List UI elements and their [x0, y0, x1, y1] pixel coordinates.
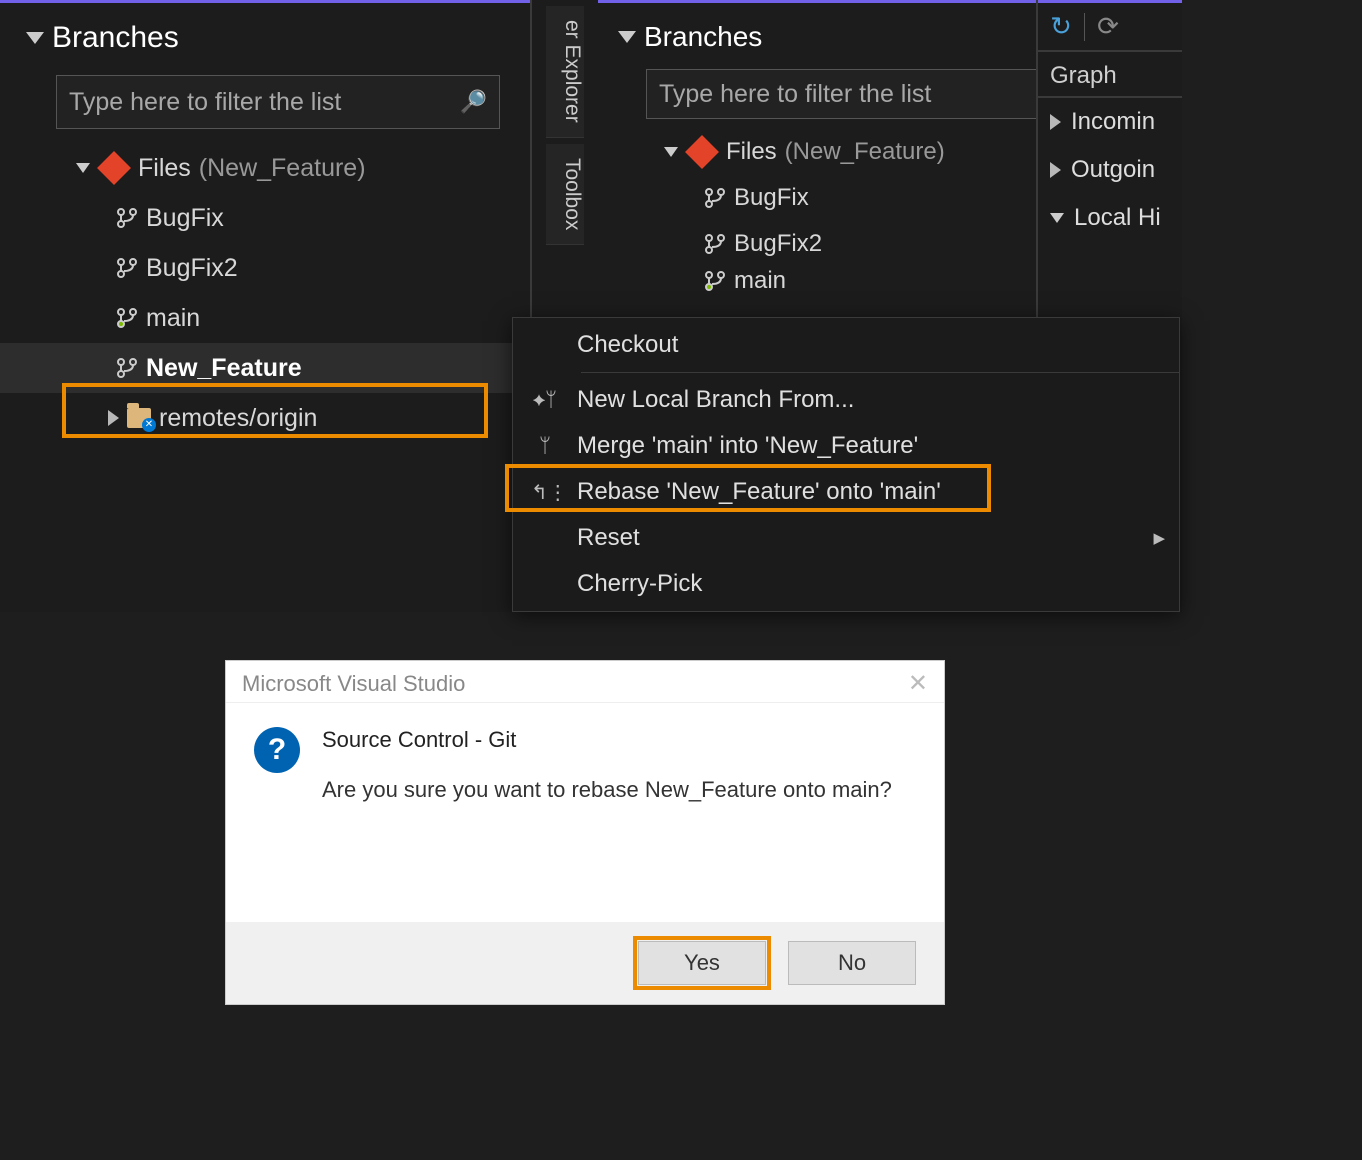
branch-bugfix2[interactable]: BugFix2 — [56, 243, 530, 293]
branch-icon — [704, 187, 726, 209]
dialog-heading: Source Control - Git — [322, 727, 892, 753]
collapse-icon — [1050, 213, 1064, 223]
folder-icon: ✕ — [127, 408, 151, 428]
remotes-label: remotes/origin — [159, 404, 317, 433]
history-toolbar: ↻ ⟳ — [1038, 0, 1182, 50]
repo-label: Files — [726, 138, 777, 166]
dialog-message: Are you sure you want to rebase New_Feat… — [322, 777, 892, 803]
dialog-text: Source Control - Git Are you sure you wa… — [322, 727, 892, 803]
collapse-icon — [26, 32, 44, 44]
git-icon — [97, 151, 131, 185]
branches-panel-left: Branches 🔍 Files (New_Feature) BugFix Bu… — [0, 0, 530, 612]
local-history-section[interactable]: Local Hi — [1038, 194, 1182, 242]
menu-label: Merge 'main' into 'New_Feature' — [577, 432, 918, 460]
search-icon[interactable]: 🔍 — [460, 89, 487, 115]
branch-label: BugFix2 — [734, 230, 822, 258]
branch-icon — [704, 270, 726, 292]
branch-label: BugFix — [734, 184, 809, 212]
menu-label: Cherry-Pick — [577, 570, 702, 598]
tab-toolbox[interactable]: Toolbox — [546, 144, 584, 245]
branch-icon — [116, 357, 138, 379]
menu-label: Checkout — [577, 331, 678, 359]
dialog-title: Microsoft Visual Studio — [242, 671, 465, 697]
branch-bugfix[interactable]: BugFix — [56, 193, 530, 243]
branch-label: BugFix — [146, 204, 224, 233]
yes-button[interactable]: Yes — [638, 941, 766, 985]
expand-icon — [1050, 114, 1061, 130]
branch-label: New_Feature — [146, 354, 302, 383]
question-icon: ? — [254, 727, 300, 773]
branch-new-feature[interactable]: New_Feature — [0, 343, 530, 393]
expand-icon — [1050, 162, 1061, 178]
close-button[interactable]: ✕ — [908, 669, 928, 698]
repo-label: Files — [138, 154, 191, 183]
graph-header[interactable]: Graph — [1038, 50, 1182, 98]
rebase-icon: ↰⋮ — [531, 480, 559, 505]
filter-box[interactable]: 🔍 — [56, 75, 500, 129]
remotes-node[interactable]: ✕ remotes/origin — [56, 393, 530, 443]
menu-label: Rebase 'New_Feature' onto 'main' — [577, 478, 941, 506]
expand-icon — [664, 147, 678, 157]
new-branch-icon: ✦ᛘ — [531, 389, 559, 412]
branch-tree: Files (New_Feature) BugFix BugFix2 main … — [0, 143, 530, 443]
repo-node[interactable]: Files (New_Feature) — [56, 143, 530, 193]
tab-server-explorer[interactable]: er Explorer — [546, 6, 584, 138]
branch-label: BugFix2 — [146, 254, 238, 283]
no-button[interactable]: No — [788, 941, 916, 985]
menu-label: New Local Branch From... — [577, 386, 854, 414]
fetch-button[interactable]: ⟳ — [1091, 10, 1125, 44]
branch-icon — [704, 233, 726, 255]
current-branch: (New_Feature) — [199, 154, 366, 183]
menu-label: Reset — [577, 524, 640, 552]
separator — [1084, 13, 1085, 41]
branch-icon — [116, 207, 138, 229]
section-label: Outgoin — [1071, 156, 1155, 184]
dialog-body: ? Source Control - Git Are you sure you … — [226, 703, 944, 813]
branch-label: main — [734, 267, 786, 295]
submenu-arrow-icon: ▶ — [1153, 529, 1165, 547]
dialog-button-bar: Yes No — [226, 922, 944, 1004]
expand-icon — [76, 163, 90, 173]
branch-main[interactable]: main — [56, 293, 530, 343]
branch-icon — [116, 307, 138, 329]
refresh-button[interactable]: ↻ — [1044, 10, 1078, 44]
filter-input[interactable] — [69, 88, 460, 117]
menu-separator — [581, 372, 1179, 373]
branch-label: main — [146, 304, 200, 333]
dialog-titlebar: Microsoft Visual Studio ✕ — [226, 661, 944, 703]
branch-context-menu: Checkout ✦ᛘ New Local Branch From... ᛘ M… — [512, 317, 1180, 612]
menu-checkout[interactable]: Checkout — [513, 322, 1179, 368]
outgoing-section[interactable]: Outgoin — [1038, 146, 1182, 194]
merge-icon: ᛘ — [531, 435, 559, 458]
confirm-rebase-dialog: Microsoft Visual Studio ✕ ? Source Contr… — [225, 660, 945, 1005]
panel-title: Branches — [644, 21, 762, 53]
current-branch: (New_Feature) — [785, 138, 945, 166]
section-label: Incomin — [1071, 108, 1155, 136]
menu-rebase[interactable]: ↰⋮ Rebase 'New_Feature' onto 'main' — [513, 469, 1179, 515]
collapse-icon — [618, 31, 636, 43]
branch-icon — [116, 257, 138, 279]
menu-merge[interactable]: ᛘ Merge 'main' into 'New_Feature' — [513, 423, 1179, 469]
panel-header[interactable]: Branches — [0, 3, 530, 67]
expand-icon — [108, 410, 119, 426]
panel-title: Branches — [52, 21, 179, 55]
menu-reset[interactable]: Reset ▶ — [513, 515, 1179, 561]
menu-new-branch[interactable]: ✦ᛘ New Local Branch From... — [513, 377, 1179, 423]
incoming-section[interactable]: Incomin — [1038, 98, 1182, 146]
git-icon — [685, 135, 719, 169]
menu-cherry-pick[interactable]: Cherry-Pick — [513, 561, 1179, 607]
section-label: Local Hi — [1074, 204, 1161, 232]
